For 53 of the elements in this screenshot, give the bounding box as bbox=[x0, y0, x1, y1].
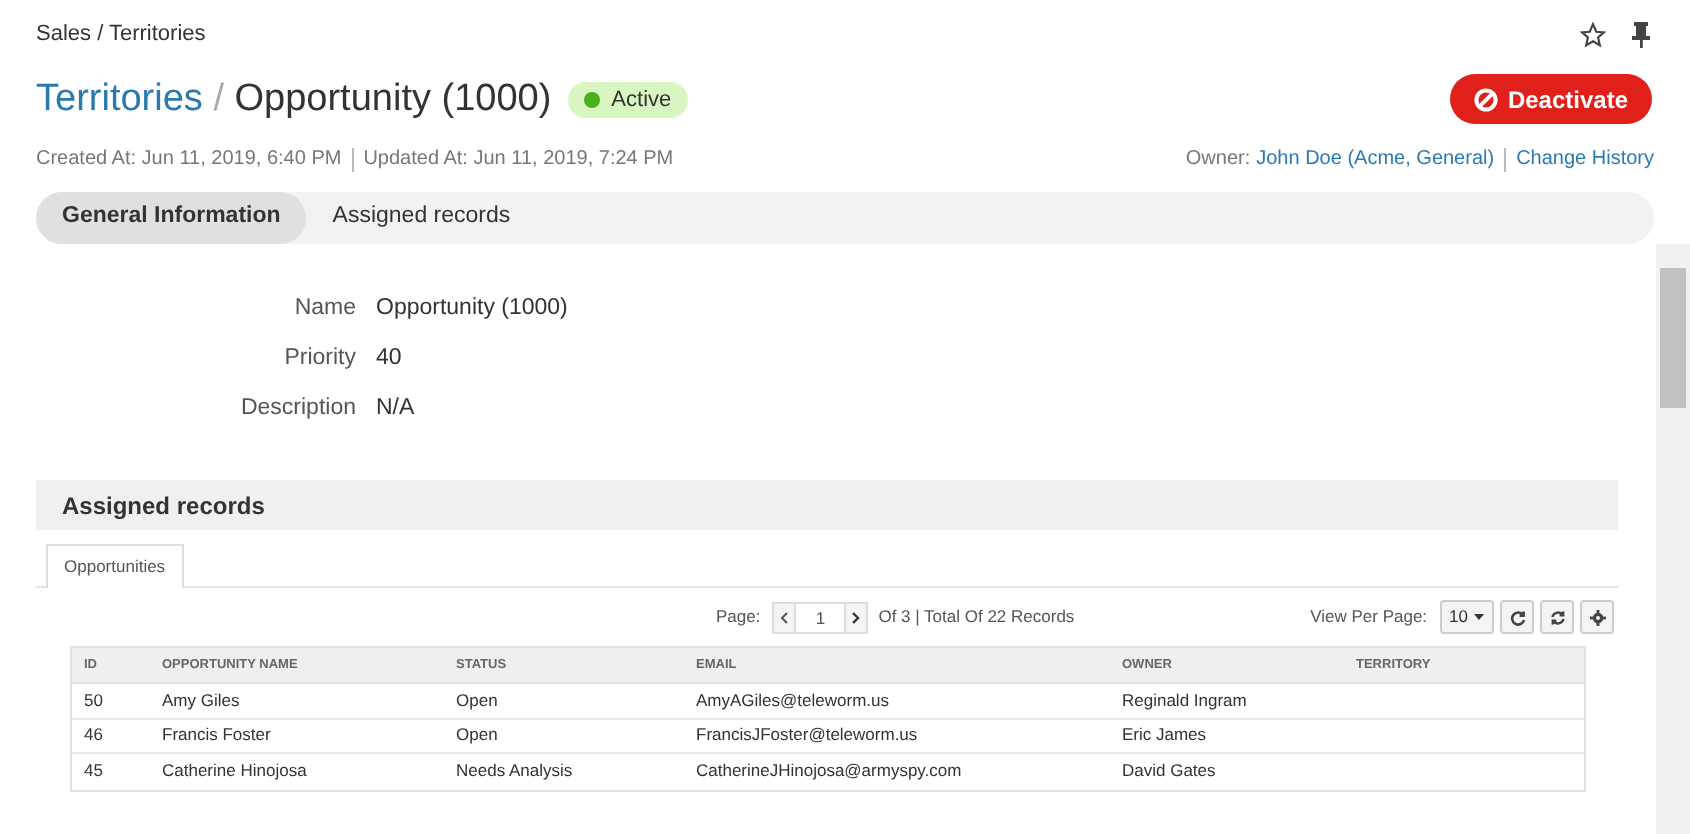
table-cell-text: Open bbox=[456, 687, 500, 714]
owner-link[interactable]: John Doe (Acme, General) bbox=[1256, 144, 1495, 174]
section-title: Assigned records bbox=[62, 489, 265, 523]
previous-page-button[interactable] bbox=[772, 601, 797, 633]
table-cell-text: 50 bbox=[82, 687, 105, 714]
field-value: N/A bbox=[376, 394, 415, 425]
status-label: Active bbox=[611, 85, 672, 115]
table-cell-text: David Gates bbox=[1122, 758, 1218, 785]
next-page-button[interactable] bbox=[844, 601, 869, 633]
tab[interactable]: General Information bbox=[36, 192, 307, 244]
table-cell-text: Francis Foster bbox=[162, 722, 273, 749]
deactivate-button[interactable]: Deactivate bbox=[1449, 74, 1652, 125]
updated-date: Updated At: Jun 11, 2019, 7:24 PM bbox=[363, 146, 674, 174]
table-cell-text: Reginald Ingram bbox=[1122, 687, 1249, 714]
per-page-label: View Per Page: bbox=[1310, 604, 1428, 630]
table-cell-text: Needs Analysis bbox=[456, 758, 575, 785]
caret-icon bbox=[1474, 614, 1484, 620]
reload-icon bbox=[1509, 609, 1525, 625]
field-value: 40 bbox=[376, 344, 402, 375]
created-date: Created At: Jun 11, 2019, 6:40 PM bbox=[36, 146, 342, 174]
settings-button[interactable] bbox=[1580, 600, 1614, 634]
page-total: Of 3 | Total Of 22 Records bbox=[878, 604, 1075, 630]
table-cell-text: Open bbox=[456, 722, 500, 749]
tab[interactable]: Assigned records bbox=[306, 192, 537, 244]
owner-label: Owner: bbox=[1185, 146, 1251, 174]
table-cell-text: 46 bbox=[82, 722, 105, 749]
reload-button[interactable] bbox=[1500, 600, 1534, 634]
sync-button[interactable] bbox=[1540, 600, 1574, 634]
field-label: Description bbox=[238, 394, 356, 425]
table-cell-text: Amy Giles bbox=[162, 687, 242, 714]
table-cell-text: CatherineJHinojosa@armyspy.com bbox=[696, 758, 964, 785]
breadcrumb[interactable]: Sales / Territories bbox=[36, 18, 206, 51]
table-cell-text: FrancisJFoster@teleworm.us bbox=[696, 722, 920, 749]
page-title: Territories / Opportunity (1000) bbox=[36, 75, 552, 123]
chevron-right-icon bbox=[852, 611, 861, 623]
page-label: Page: bbox=[716, 604, 761, 630]
table-cell-text: Eric James bbox=[1122, 722, 1209, 749]
prohibited-icon bbox=[1473, 87, 1498, 112]
pin-icon[interactable] bbox=[1630, 21, 1652, 48]
chevron-left-icon bbox=[780, 611, 789, 623]
table-cell-text: 45 bbox=[82, 758, 105, 785]
field-label: Priority bbox=[282, 344, 356, 375]
table-cell-text: Catherine Hinojosa bbox=[162, 758, 309, 785]
field-label: Name bbox=[292, 294, 356, 325]
sync-icon bbox=[1549, 609, 1565, 625]
star-icon[interactable] bbox=[1580, 21, 1606, 48]
settings-icon bbox=[1589, 609, 1605, 625]
sub-tab[interactable]: Opportunities bbox=[46, 544, 184, 588]
table-cell-text: AmyAGiles@teleworm.us bbox=[696, 687, 891, 714]
per-page-select[interactable]: 10 bbox=[1439, 600, 1494, 634]
scrollbar[interactable] bbox=[1656, 244, 1690, 834]
change-history-link[interactable]: Change History bbox=[1516, 144, 1654, 174]
field-value: Opportunity (1000) bbox=[376, 294, 568, 325]
